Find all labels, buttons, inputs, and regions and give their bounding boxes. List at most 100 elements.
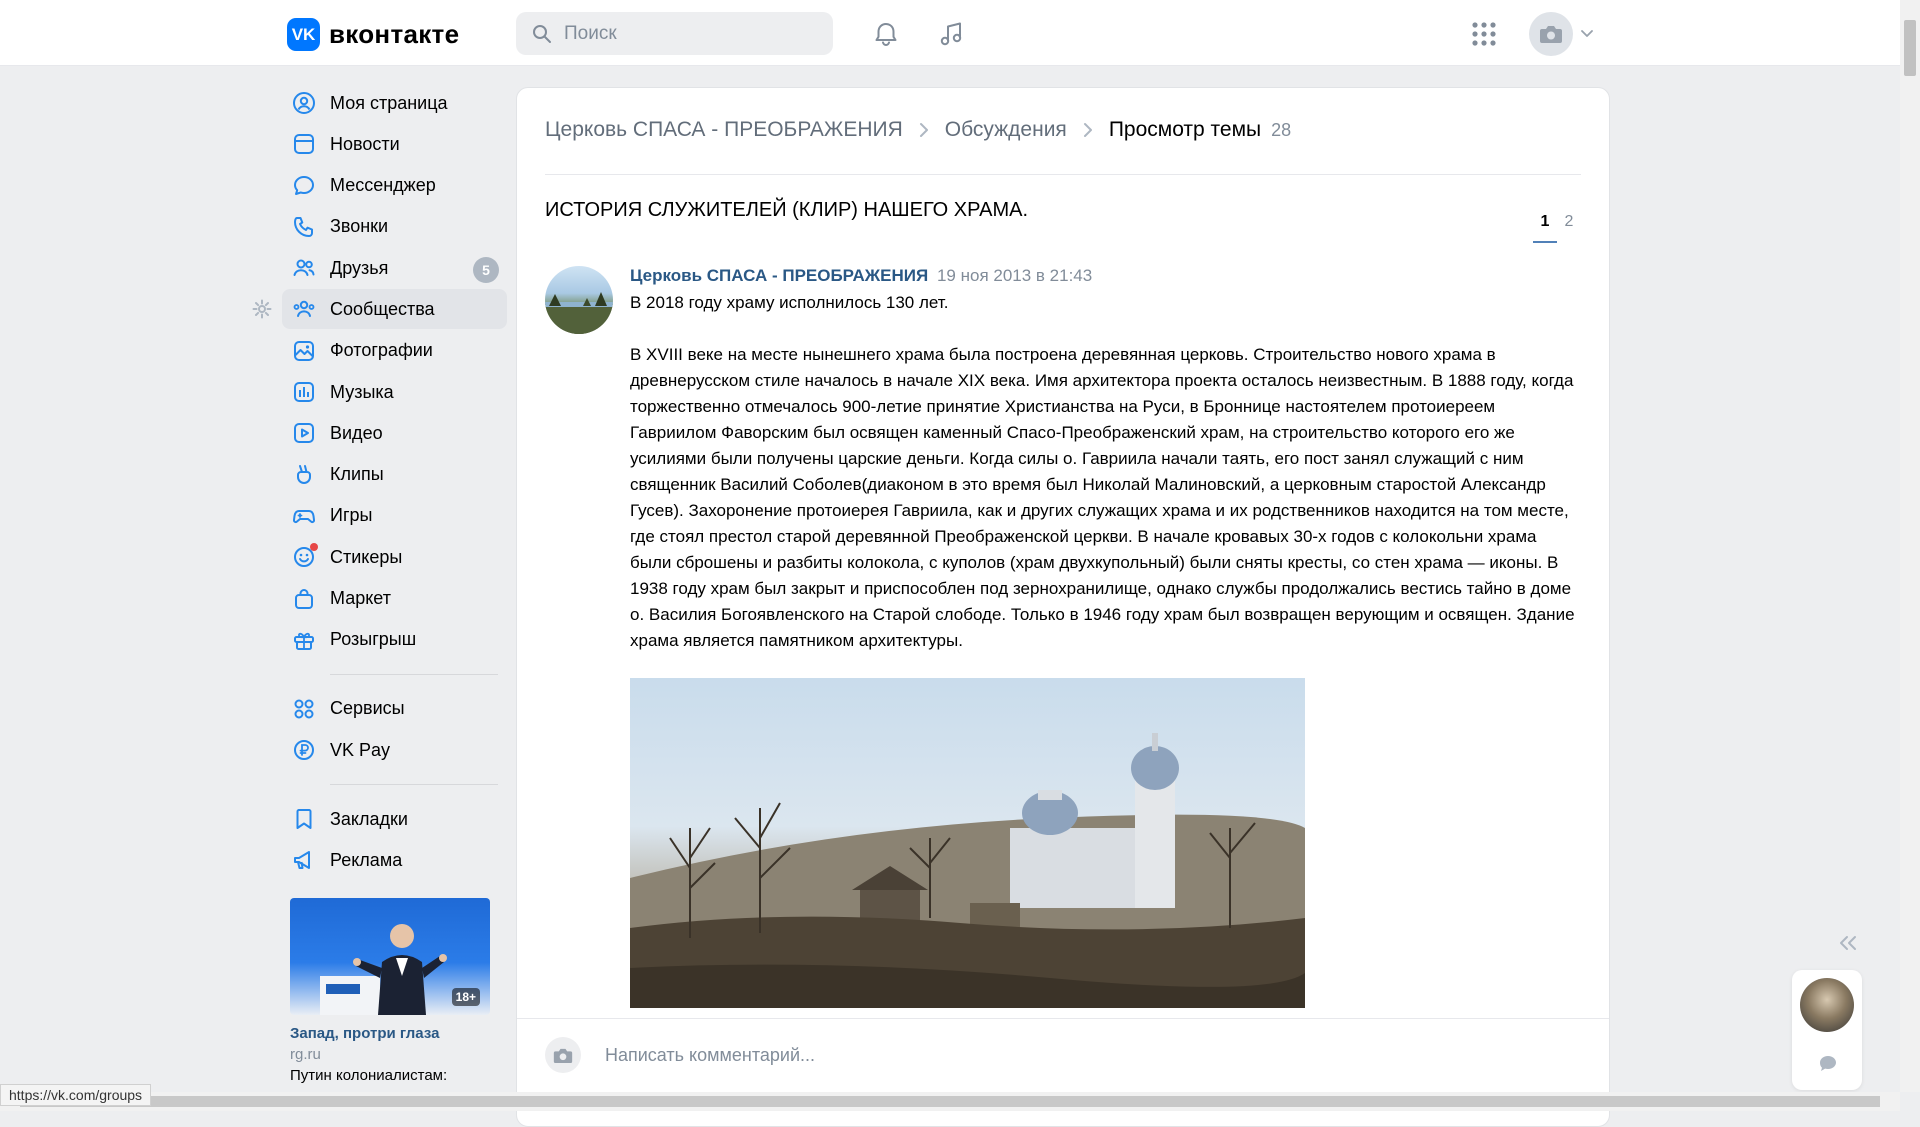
market-bag-icon	[290, 585, 318, 613]
vkpay-icon	[290, 736, 318, 764]
sidebar-item-label: VK Pay	[330, 739, 391, 760]
search-icon	[533, 24, 551, 43]
left-sidebar: Моя страница Новости Мессенджер Звонки Д…	[252, 83, 507, 882]
sidebar-item-clips[interactable]: Клипы	[282, 455, 507, 495]
sidebar-divider	[330, 673, 498, 675]
profile-menu-button[interactable]	[1529, 12, 1593, 56]
video-icon	[290, 419, 318, 447]
sidebar-item-label: Реклама	[330, 849, 403, 870]
gift-icon	[290, 626, 318, 654]
sidebar-item-label: Музыка	[330, 381, 394, 402]
post-photo-church[interactable]	[630, 678, 1305, 1008]
sidebar-item-label: Клипы	[330, 464, 384, 485]
chat-float-panel	[1792, 970, 1862, 1090]
users-icon	[290, 254, 318, 282]
horizontal-scroll-thumb[interactable]	[20, 1096, 1880, 1107]
camera-icon	[553, 1048, 573, 1063]
sidebar-item-giveaway[interactable]: Розыгрыш	[282, 620, 507, 660]
music-note-icon[interactable]	[934, 17, 968, 51]
sidebar-item-label: Фотографии	[330, 340, 433, 361]
chat-contact-avatar[interactable]	[1800, 978, 1854, 1032]
top-header: VK вконтакте	[0, 0, 1900, 66]
sidebar-item-vk-pay[interactable]: VK Pay	[282, 730, 507, 770]
picture-icon	[290, 337, 318, 365]
sidebar-item-ads[interactable]: Реклама	[282, 840, 507, 880]
gear-icon[interactable]	[252, 299, 272, 324]
chat-bubble-icon[interactable]	[1818, 1054, 1838, 1074]
sidebar-item-bookmarks[interactable]: Закладки	[282, 799, 507, 839]
breadcrumb-current: Просмотр темы	[1108, 118, 1262, 141]
breadcrumb-group-link[interactable]: Церковь СПАСА - ПРЕОБРАЖЕНИЯ	[545, 118, 903, 142]
sidebar-item-photos[interactable]: Фотографии	[282, 331, 507, 371]
post-header: Церковь СПАСА - ПРЕОБРАЖЕНИЯ 19 ноя 2013…	[630, 266, 1092, 286]
topic-card: Церковь СПАСА - ПРЕОБРАЖЕНИЯ Обсуждения …	[516, 87, 1610, 1127]
vertical-scrollbar[interactable]	[1900, 0, 1920, 1092]
sidebar-item-communities[interactable]: Сообщества	[252, 289, 507, 330]
post-date[interactable]: 19 ноя 2013 в 21:43	[937, 266, 1092, 285]
sidebar-item-messenger[interactable]: Мессенджер	[282, 166, 507, 206]
status-bar-url: https://vk.com/groups	[0, 1084, 152, 1106]
search-box[interactable]	[516, 12, 833, 55]
search-input[interactable]	[562, 21, 816, 46]
chevron-right-icon	[919, 123, 928, 137]
avatar	[1529, 12, 1573, 56]
double-chevron-left-icon[interactable]	[1838, 935, 1858, 956]
sidebar-item-games[interactable]: Игры	[282, 496, 507, 536]
sidebar-divider	[330, 784, 498, 786]
post-author-link[interactable]: Церковь СПАСА - ПРЕОБРАЖЕНИЯ	[630, 266, 928, 285]
sidebar-item-label: Друзья	[330, 257, 389, 278]
sidebar-item-label: Стикеры	[330, 546, 403, 567]
sidebar-item-friends[interactable]: Друзья 5	[282, 248, 507, 288]
newsfeed-icon	[290, 130, 318, 158]
sidebar-item-my-page[interactable]: Моя страница	[282, 83, 507, 123]
page-link-2[interactable]: 2	[1557, 213, 1581, 243]
notifications-bell-icon[interactable]	[869, 17, 903, 51]
music-icon	[290, 378, 318, 406]
services-icon	[290, 695, 318, 723]
apps-grid-icon[interactable]	[1467, 17, 1501, 51]
groups-icon	[290, 295, 318, 323]
horizontal-scrollbar[interactable]	[0, 1092, 1900, 1111]
bookmark-icon	[290, 805, 318, 833]
topic-title: ИСТОРИЯ СЛУЖИТЕЛЕЙ (КЛИР) НАШЕГО ХРАМА.	[545, 199, 1029, 221]
sidebar-item-label: Мессенджер	[330, 175, 436, 196]
group-avatar[interactable]	[545, 266, 613, 334]
posts-count: 28	[1271, 119, 1292, 140]
camera-icon	[1540, 26, 1562, 43]
sidebar-item-news[interactable]: Новости	[282, 124, 507, 164]
comment-input[interactable]: Написать комментарий...	[605, 1045, 815, 1066]
sidebar-item-video[interactable]: Видео	[282, 413, 507, 453]
sidebar-item-market[interactable]: Маркет	[282, 579, 507, 619]
sidebar-item-label: Игры	[330, 505, 373, 526]
ad-promo-image[interactable]: 18+	[290, 898, 490, 1015]
sidebar-item-label: Закладки	[330, 808, 408, 829]
vertical-scroll-thumb[interactable]	[1904, 20, 1916, 76]
sidebar-item-stickers[interactable]: Стикеры	[282, 537, 507, 577]
sidebar-item-label: Сообщества	[330, 298, 435, 319]
page-link-1[interactable]: 1	[1533, 213, 1557, 243]
sidebar-item-label: Моя страница	[330, 92, 448, 113]
pagination: 1 2	[1533, 213, 1581, 243]
sidebar-item-label: Розыгрыш	[330, 629, 417, 650]
megaphone-icon	[290, 846, 318, 874]
ad-promo-description: Путин колониалистам:	[290, 1067, 448, 1084]
breadcrumb: Церковь СПАСА - ПРЕОБРАЖЕНИЯ Обсуждения …	[545, 118, 1291, 142]
attach-photo-button[interactable]	[545, 1037, 581, 1073]
post-text: В 2018 году храму исполнилось 130 лет. В…	[630, 293, 1575, 650]
clips-icon	[290, 461, 318, 489]
vk-logo[interactable]: VK вконтакте	[287, 18, 459, 51]
sidebar-item-services[interactable]: Сервисы	[282, 689, 507, 729]
header-divider	[545, 174, 1581, 175]
ad-promo-block[interactable]: 18+ Запад, протри глаза rg.ru Путин коло…	[290, 898, 490, 1084]
ad-promo-title[interactable]: Запад, протри глаза	[290, 1025, 490, 1042]
age-rating-badge: 18+	[451, 988, 480, 1006]
user-circle-icon	[290, 89, 318, 117]
sidebar-item-calls[interactable]: Звонки	[282, 207, 507, 247]
chevron-down-icon	[1581, 30, 1593, 37]
sidebar-item-music[interactable]: Музыка	[282, 372, 507, 412]
ad-promo-source[interactable]: rg.ru	[290, 1046, 490, 1063]
phone-icon	[290, 213, 318, 241]
breadcrumb-discussions-link[interactable]: Обсуждения	[945, 118, 1067, 142]
gamepad-icon	[290, 502, 318, 530]
sidebar-item-label: Видео	[330, 422, 383, 443]
